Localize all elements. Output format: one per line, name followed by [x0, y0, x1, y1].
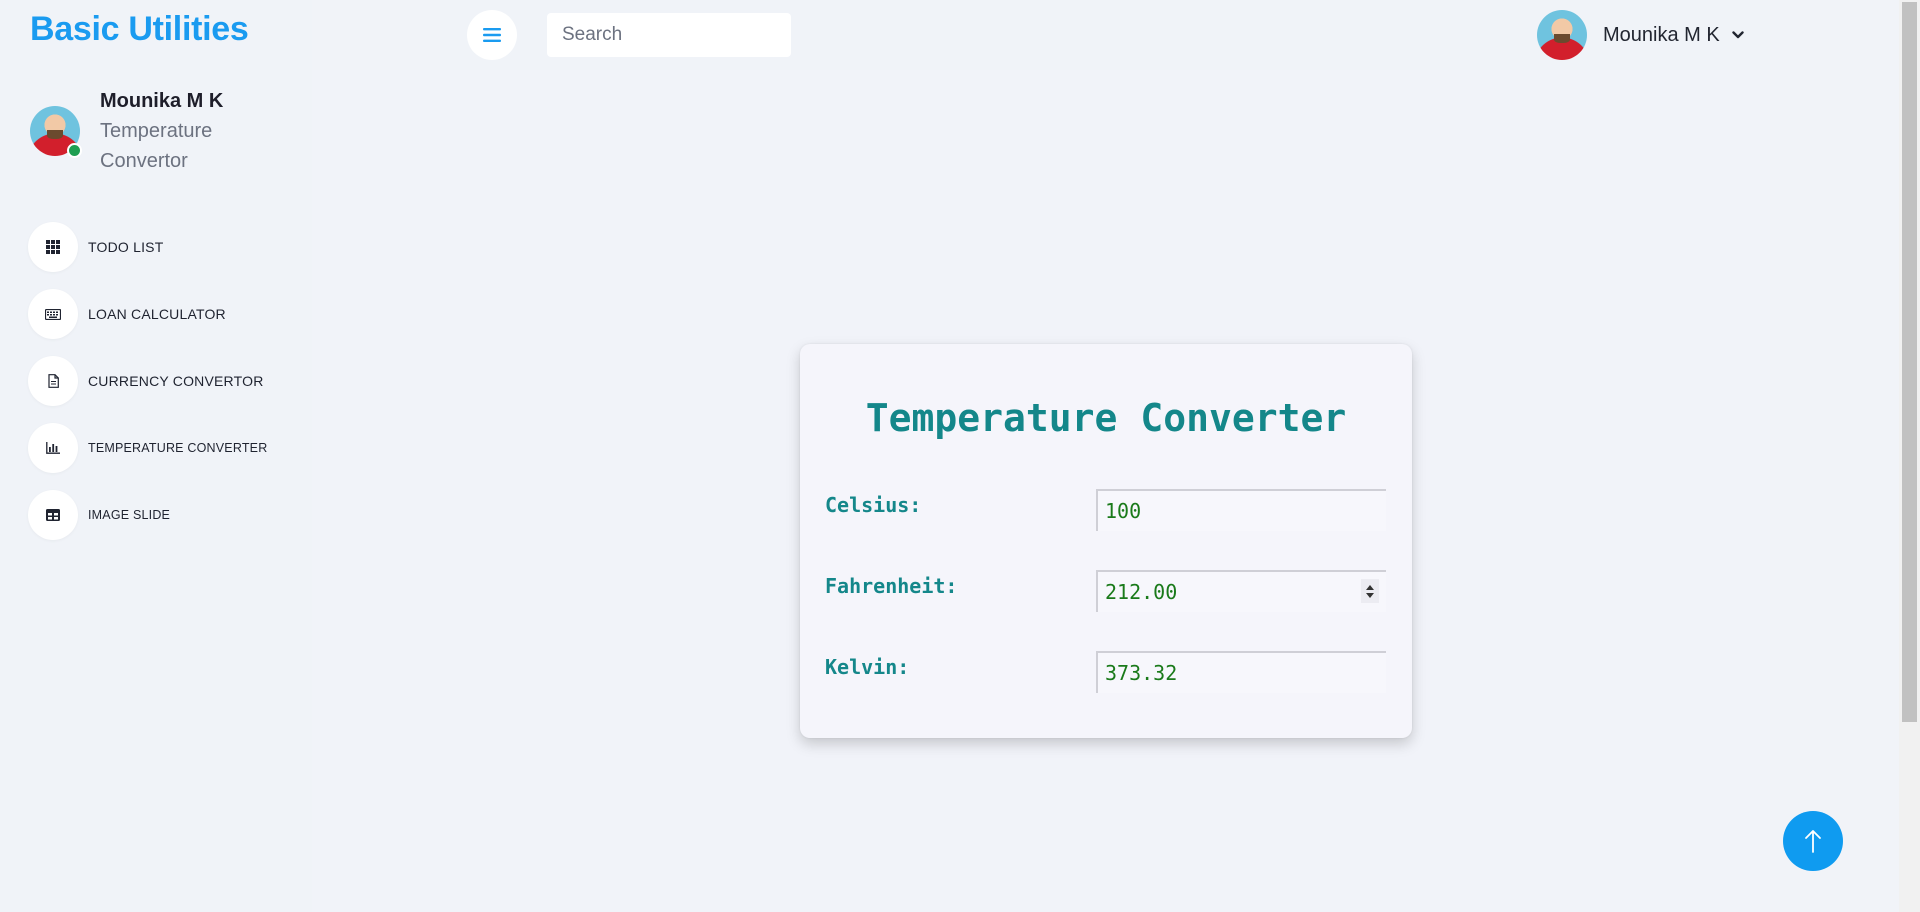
- sidebar-item-currency-convertor[interactable]: CURRENCY CONVERTOR: [28, 356, 267, 406]
- sidebar-item-label: TEMPERATURE CONVERTER: [88, 441, 268, 455]
- fahrenheit-row: Fahrenheit:: [825, 570, 1395, 614]
- menu-toggle-button[interactable]: [467, 10, 517, 60]
- bar-chart-icon: [28, 423, 78, 473]
- search-input[interactable]: [547, 13, 791, 57]
- profile-role: Temperature Convertor: [100, 120, 213, 172]
- sidebar-item-label: CURRENCY CONVERTOR: [88, 373, 264, 389]
- sidebar-item-label: TODO LIST: [88, 239, 164, 255]
- sidebar-item-label: LOAN CALCULATOR: [88, 306, 226, 322]
- sidebar-item-label: IMAGE SLIDE: [88, 508, 171, 522]
- sidebar-item-temperature-converter[interactable]: TEMPERATURE CONVERTER: [28, 423, 267, 473]
- scrollbar-thumb[interactable]: [1902, 2, 1917, 722]
- sidebar-profile: Mounika M K Temperature Convertor: [30, 88, 300, 178]
- kelvin-row: Kelvin:: [825, 651, 1395, 695]
- online-status-dot: [67, 143, 82, 158]
- keyboard-icon: [28, 289, 78, 339]
- page-scrollbar[interactable]: [1899, 0, 1920, 912]
- fahrenheit-input[interactable]: [1096, 570, 1386, 612]
- card-title: Temperature Converter: [865, 396, 1347, 440]
- temperature-converter-card: Temperature Converter Celsius: Fahrenhei…: [800, 344, 1412, 738]
- hamburger-icon: [483, 28, 501, 42]
- number-stepper[interactable]: [1361, 579, 1379, 603]
- grid-icon: [28, 222, 78, 272]
- kelvin-input[interactable]: [1096, 651, 1386, 693]
- fahrenheit-label: Fahrenheit:: [825, 574, 958, 598]
- stepper-down-icon: [1366, 592, 1374, 598]
- kelvin-label: Kelvin:: [825, 655, 910, 679]
- celsius-row: Celsius:: [825, 489, 1395, 533]
- user-menu[interactable]: Mounika M K: [1537, 10, 1744, 60]
- celsius-label: Celsius:: [825, 493, 922, 517]
- chevron-down-icon: [1732, 31, 1744, 39]
- table-icon: [28, 490, 78, 540]
- sidebar: Basic Utilities Mounika M K Temperature …: [0, 0, 312, 912]
- sidebar-item-todo-list[interactable]: TODO LIST: [28, 222, 267, 272]
- document-icon: [28, 356, 78, 406]
- topbar: Mounika M K: [440, 0, 1770, 70]
- brand-title[interactable]: Basic Utilities: [30, 10, 249, 49]
- sidebar-item-image-slide[interactable]: IMAGE SLIDE: [28, 490, 267, 540]
- arrow-up-icon: [1805, 830, 1821, 853]
- profile-name: Mounika M K: [100, 90, 224, 112]
- scroll-to-top-button[interactable]: [1783, 811, 1843, 871]
- sidebar-item-loan-calculator[interactable]: LOAN CALCULATOR: [28, 289, 267, 339]
- avatar: [1537, 10, 1587, 60]
- sidebar-nav: TODO LIST LOAN CALCULATOR CURRENCY CONVE…: [28, 222, 267, 557]
- celsius-input[interactable]: [1096, 489, 1386, 531]
- stepper-up-icon: [1366, 584, 1374, 590]
- user-name: Mounika M K: [1603, 23, 1720, 46]
